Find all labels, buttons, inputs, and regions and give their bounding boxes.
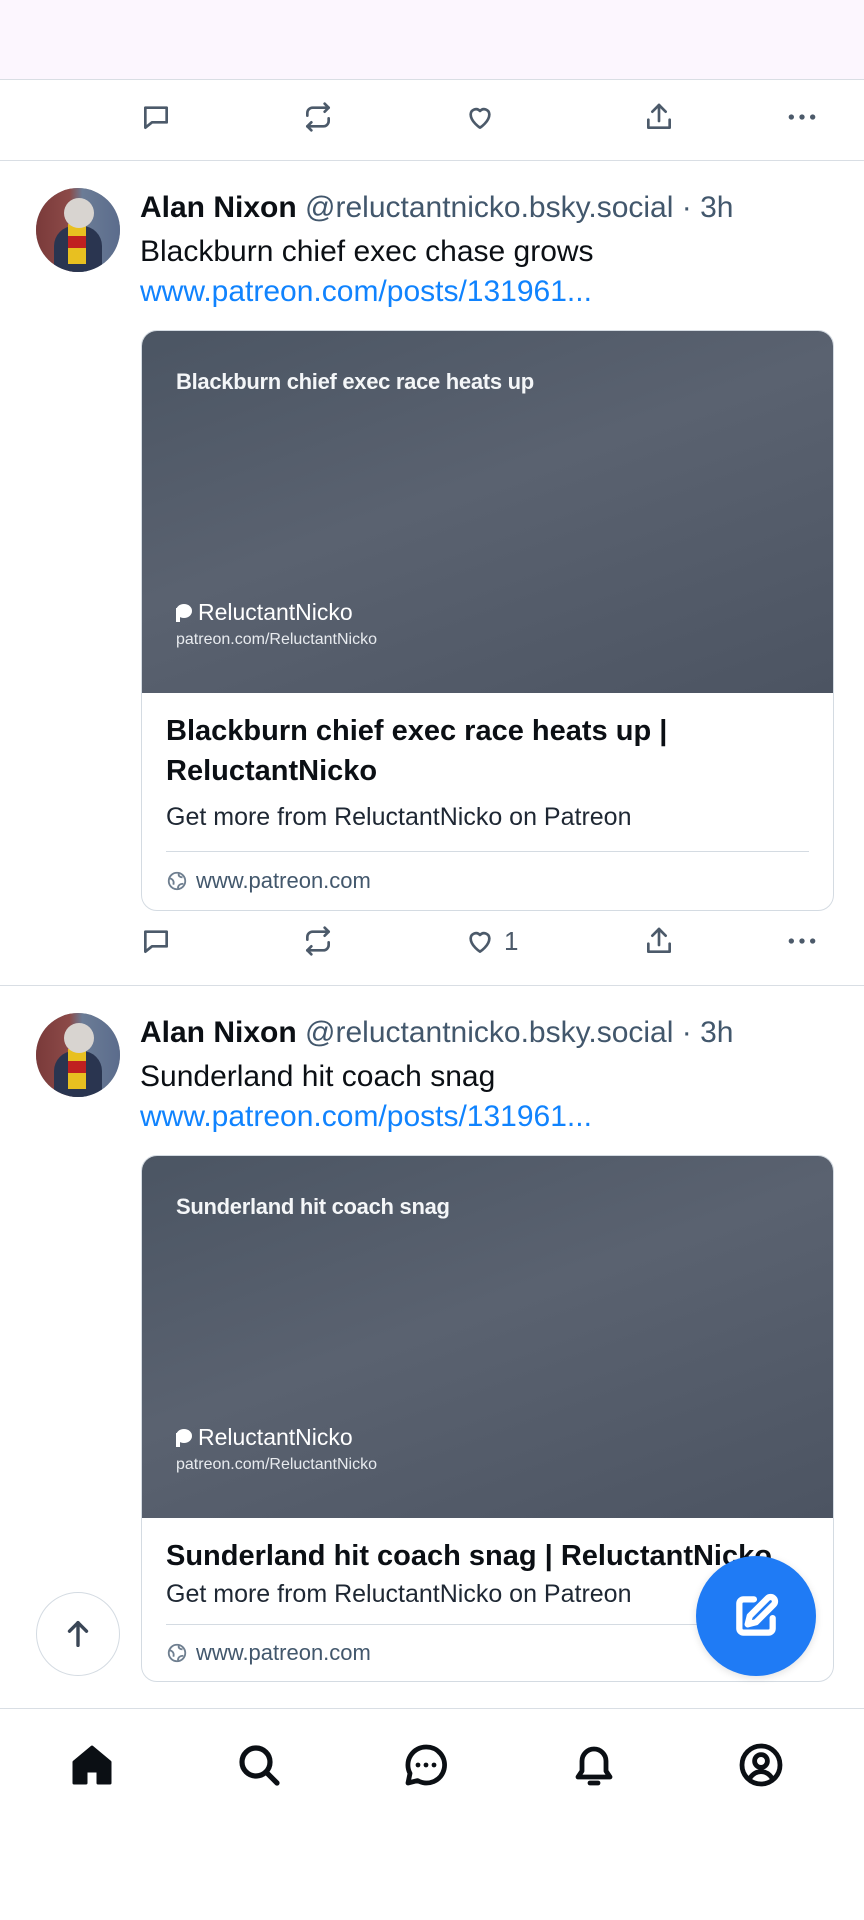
post-time[interactable]: 3h [700, 1016, 733, 1049]
nav-chat[interactable] [396, 1735, 456, 1795]
divider [0, 160, 864, 161]
profile-icon [739, 1743, 783, 1787]
post-time[interactable]: 3h [700, 191, 733, 224]
bottom-navigation [0, 1708, 864, 1818]
heart-icon [469, 931, 491, 953]
avatar[interactable] [36, 1013, 120, 1097]
repost-button[interactable] [302, 94, 334, 140]
top-header-area [0, 0, 864, 80]
author-handle[interactable]: @reluctantnicko.bsky.social [305, 191, 673, 224]
reply-icon [144, 106, 168, 129]
card-image-url: patreon.com/ReluctantNicko [176, 1456, 377, 1473]
arrow-up-icon [67, 1620, 89, 1648]
more-button[interactable] [786, 918, 818, 964]
card-description: Get more from ReluctantNicko on Patreon [166, 803, 632, 831]
patreon-logo-icon [176, 1428, 192, 1447]
globe-icon [167, 1643, 187, 1663]
divider [0, 985, 864, 986]
post-text: Sunderland hit coach snag [140, 1060, 496, 1093]
author-name[interactable]: Alan Nixon [140, 191, 297, 224]
patreon-logo-icon [176, 603, 192, 622]
card-domain: www.patreon.com [166, 852, 809, 910]
time-separator: · [673, 1016, 701, 1049]
author-handle[interactable]: @reluctantnicko.bsky.social [305, 1016, 673, 1049]
post-header: Alan Nixon @reluctantnicko.bsky.social ·… [140, 188, 733, 228]
nav-home[interactable] [62, 1735, 122, 1795]
card-title: Sunderland hit coach snag | ReluctantNic… [166, 1540, 772, 1572]
share-button[interactable] [643, 94, 675, 140]
more-button[interactable] [786, 94, 818, 140]
compose-post-button[interactable] [696, 1556, 816, 1676]
author-name[interactable]: Alan Nixon [140, 1016, 297, 1049]
bell-icon [575, 1746, 613, 1786]
reply-button[interactable] [140, 94, 172, 140]
card-domain-text: www.patreon.com [196, 1640, 371, 1665]
card-image-brand: ReluctantNicko [176, 1424, 353, 1451]
card-image-brand: ReluctantNicko [176, 599, 353, 626]
home-icon [72, 1745, 112, 1785]
system-bottom-area [0, 1818, 864, 1920]
card-image-title: Sunderland hit coach snag [176, 1194, 450, 1219]
reply-button[interactable] [140, 918, 172, 964]
heart-icon [469, 107, 491, 129]
card-image-brand-name: ReluctantNicko [198, 1424, 353, 1450]
compose-icon [736, 1593, 779, 1636]
more-icon [788, 114, 816, 120]
like-count: 1 [504, 925, 519, 956]
link-preview-card[interactable]: Blackburn chief exec race heats up Reluc… [141, 330, 834, 911]
post-header: Alan Nixon @reluctantnicko.bsky.social ·… [140, 1013, 733, 1053]
post-actions [140, 94, 820, 140]
repost-icon [306, 102, 330, 132]
post-actions: 1 [140, 918, 820, 964]
repost-button[interactable] [302, 918, 334, 964]
globe-icon [167, 871, 187, 891]
nav-profile[interactable] [731, 1735, 791, 1795]
card-image-title: Blackburn chief exec race heats up [176, 369, 534, 394]
scroll-to-top-button[interactable] [36, 1592, 120, 1676]
post-text: Blackburn chief exec chase grows [140, 235, 594, 268]
time-separator: · [673, 191, 701, 224]
share-icon [647, 103, 671, 129]
card-image: Blackburn chief exec race heats up Reluc… [142, 331, 833, 693]
nav-search[interactable] [229, 1735, 289, 1795]
more-icon [788, 938, 816, 944]
like-button[interactable]: 1 [464, 918, 518, 964]
card-image: Sunderland hit coach snag ReluctantNicko… [142, 1156, 833, 1518]
share-button[interactable] [643, 918, 675, 964]
chat-icon [405, 1744, 447, 1786]
card-domain-text: www.patreon.com [196, 868, 371, 893]
card-title: Blackburn chief exec race heats up | Rel… [166, 715, 668, 787]
post-link[interactable]: www.patreon.com/posts/131961... [140, 272, 592, 312]
share-icon [647, 927, 671, 953]
card-image-url: patreon.com/ReluctantNicko [176, 631, 377, 648]
post-link[interactable]: www.patreon.com/posts/131961... [140, 1097, 592, 1137]
search-icon [239, 1745, 280, 1786]
avatar[interactable] [36, 188, 120, 272]
card-image-brand-name: ReluctantNicko [198, 599, 353, 625]
nav-notifications[interactable] [564, 1735, 624, 1795]
like-button[interactable] [464, 94, 496, 140]
reply-icon [144, 930, 168, 953]
repost-icon [306, 926, 330, 956]
